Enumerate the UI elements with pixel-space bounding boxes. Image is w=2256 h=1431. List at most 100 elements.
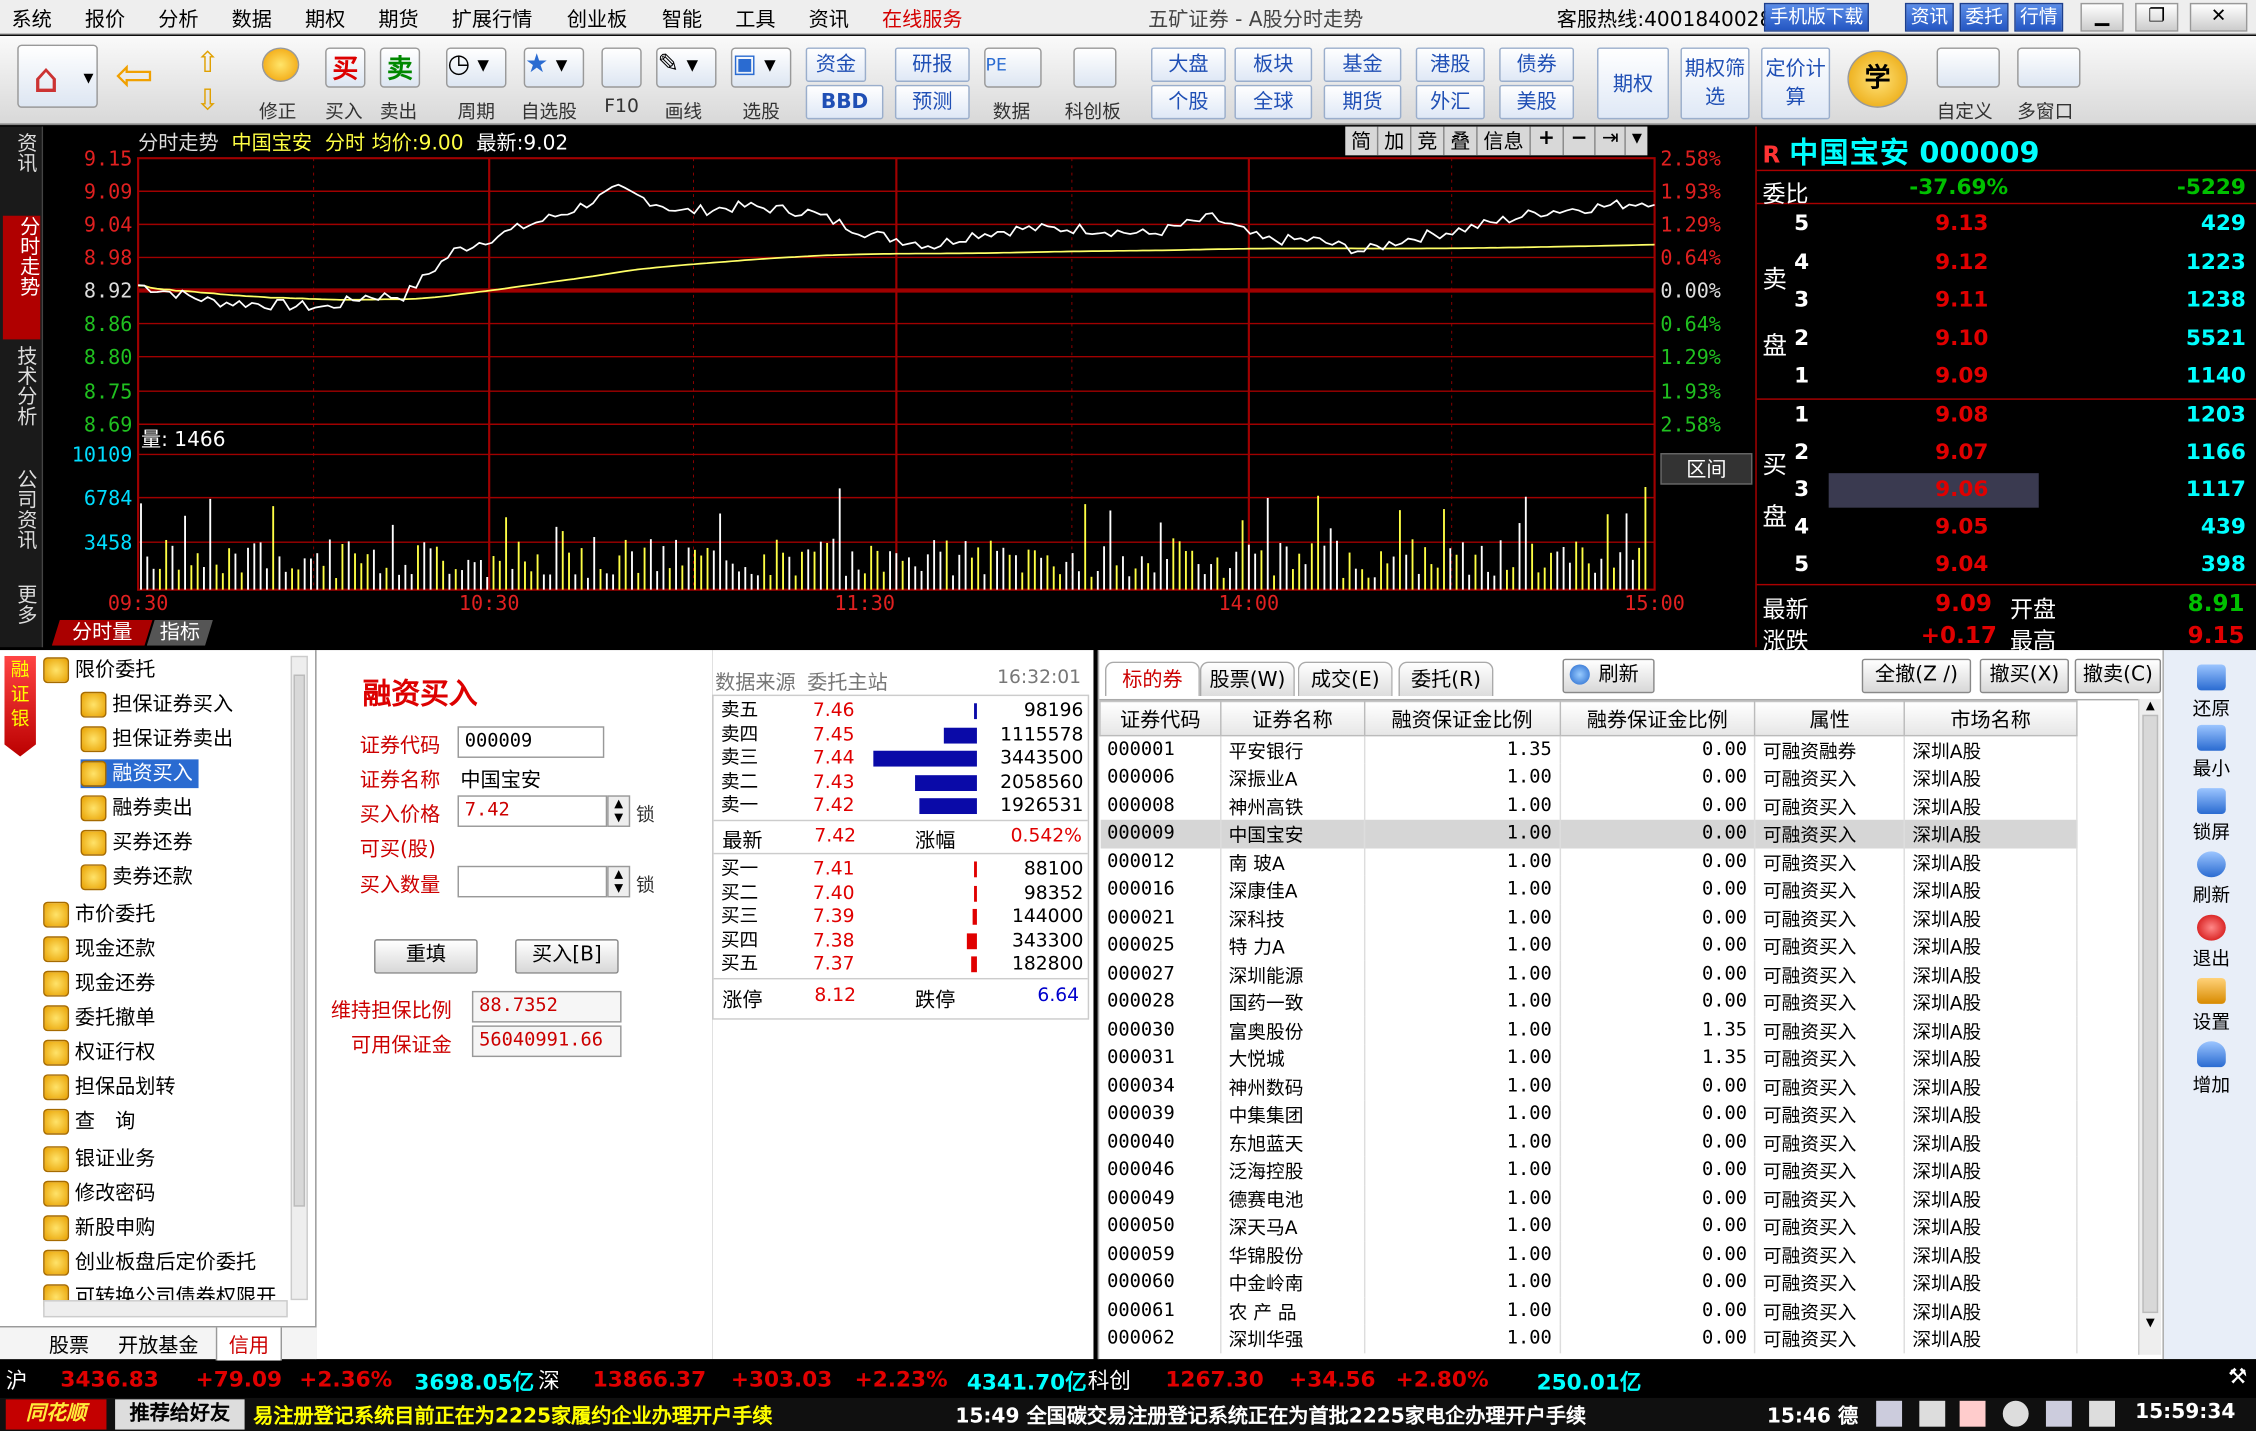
sell-level-row[interactable]: 2 9.10 5521 — [1794, 321, 2254, 356]
sell-icon[interactable]: 卖 — [379, 47, 421, 88]
bbd-button[interactable]: BBD — [805, 84, 884, 120]
mail-icon[interactable] — [2045, 1400, 2072, 1427]
multi-window-icon[interactable] — [2017, 47, 2081, 88]
watchlist-icon[interactable]: ★ ▾ — [523, 47, 585, 88]
column-header[interactable]: 融资保证金比例 — [1363, 700, 1561, 737]
sell-level-row[interactable]: 3 9.11 1238 — [1794, 283, 2254, 318]
f10-label[interactable]: F10 — [604, 96, 639, 118]
quantity-input[interactable] — [457, 865, 608, 898]
futures-button[interactable]: 期货 — [1323, 84, 1402, 120]
table-row[interactable]: 000006 深振业A 1.00 0.00 可融资买入 深圳A股 — [1099, 763, 2078, 792]
table-row[interactable]: 000040 东旭蓝天 1.00 0.00 可融资买入 深圳A股 — [1099, 1128, 2078, 1157]
column-header[interactable]: 证券名称 — [1219, 700, 1366, 737]
menu-smart[interactable]: 智能 — [662, 4, 702, 33]
column-header[interactable]: 融券保证金比例 — [1558, 700, 1756, 737]
table-row[interactable]: 000008 神州高铁 1.00 0.00 可融资买入 深圳A股 — [1099, 791, 2078, 820]
nav-item[interactable]: 限价委托 — [43, 656, 155, 685]
nav-item[interactable]: 权证行权 — [43, 1038, 155, 1067]
option-button[interactable]: 期权 — [1597, 47, 1669, 120]
minimize-side-button[interactable]: 最小 — [2175, 724, 2247, 781]
refresh-button[interactable]: 刷新 — [1562, 658, 1655, 694]
tab-open-fund[interactable]: 开放基金 — [118, 1330, 199, 1359]
settings-button[interactable]: 设置 — [2175, 977, 2247, 1034]
data-label[interactable]: 数据 — [993, 96, 1030, 124]
tab-volume[interactable]: 分时量 — [51, 619, 153, 646]
nav-item[interactable]: 市价委托 — [43, 900, 155, 929]
cancel-sell-button[interactable]: 撤卖(C) — [2074, 658, 2162, 694]
buy-level-row[interactable]: 4 9.05 439 — [1794, 511, 2254, 546]
tray-icon-2[interactable] — [1919, 1400, 1946, 1427]
table-row[interactable]: 000012 南 玻A 1.00 0.00 可融资买入 深圳A股 — [1099, 847, 2078, 876]
bid-row[interactable]: 买四 7.38 343300 — [721, 928, 1084, 952]
menu-ext-quote[interactable]: 扩展行情 — [452, 4, 533, 33]
ask-row[interactable]: 卖四 7.45 1115578 — [721, 723, 1084, 747]
sell-level-row[interactable]: 1 9.09 1140 — [1794, 360, 2254, 395]
wrench-icon[interactable]: ⚒ — [2228, 1363, 2247, 1389]
draw-line-label[interactable]: 画线 — [665, 96, 702, 124]
table-row[interactable]: 000030 富奥股份 1.00 1.35 可融资买入 深圳A股 — [1099, 1016, 2078, 1045]
intraday-chart[interactable]: 分时走势 中国宝安 分时 均价:9.00 最新:9.02 简 加 竞 叠 信息 … — [43, 126, 1756, 648]
table-row[interactable]: 000039 中集集团 1.00 0.00 可融资买入 深圳A股 — [1099, 1100, 2078, 1129]
bond-button[interactable]: 债券 — [1499, 47, 1575, 82]
lock-screen-button[interactable]: 锁屏 — [2175, 788, 2247, 844]
correct-label[interactable]: 修正 — [259, 96, 296, 124]
nav-item[interactable]: 融券卖出 — [80, 794, 193, 823]
fund-button[interactable]: 基金 — [1323, 47, 1402, 82]
news-button[interactable]: 资讯 — [1904, 2, 1954, 32]
nav-item[interactable]: 银证业务 — [43, 1145, 155, 1174]
vtab-intraday[interactable]: 分时走势 — [2, 215, 41, 340]
news-scroll-2[interactable]: 15:49 全国碳交易注册登记系统正在为首批2225家电企办理开户手续 — [955, 1401, 1586, 1430]
nav-item[interactable]: 融资买入 — [80, 759, 199, 789]
table-row[interactable]: 000009 中国宝安 1.00 0.00 可融资买入 深圳A股 — [1099, 819, 2078, 848]
tray-icon-1[interactable] — [1876, 1400, 1903, 1427]
bid-row[interactable]: 买三 7.39 144000 — [721, 905, 1084, 929]
vtab-more[interactable]: 更多 — [6, 584, 37, 624]
price-input[interactable]: 7.42 — [457, 795, 608, 827]
cancel-buy-button[interactable]: 撤买(X) — [1979, 658, 2069, 694]
tab-indicator[interactable]: 指标 — [146, 619, 213, 646]
buy-level-row[interactable]: 5 9.04 398 — [1794, 548, 2254, 583]
exit-button[interactable]: 退出 — [2175, 914, 2247, 971]
vtab-news[interactable]: 资讯 — [6, 132, 37, 172]
nav-item[interactable]: 担保证券卖出 — [80, 725, 233, 754]
watchlist-label[interactable]: 自选股 — [521, 96, 577, 124]
cancel-all-button[interactable]: 全撤(Z /) — [1861, 658, 1972, 694]
nav-item[interactable]: 新股申购 — [43, 1214, 155, 1243]
nav-item[interactable]: 查 询 — [43, 1107, 135, 1136]
nav-item[interactable]: 卖券还款 — [80, 863, 193, 892]
close-icon[interactable]: ✕ — [2189, 2, 2248, 32]
buy-level-row[interactable]: 3 9.06 1117 — [1794, 473, 2254, 508]
table-row[interactable]: 000025 特 力A 1.00 0.00 可融资买入 深圳A股 — [1099, 931, 2078, 960]
table-row[interactable]: 000031 大悦城 1.00 1.35 可融资买入 深圳A股 — [1099, 1044, 2078, 1073]
period-icon[interactable]: ◷ ▾ — [446, 47, 507, 88]
ask-row[interactable]: 卖三 7.44 3443500 — [721, 746, 1084, 770]
minimize-icon[interactable]: ▁ — [2080, 2, 2124, 32]
table-row[interactable]: 000016 深康佳A 1.00 0.00 可融资买入 深圳A股 — [1099, 875, 2078, 904]
correct-icon[interactable] — [261, 47, 300, 82]
table-row[interactable]: 000059 华锦股份 1.00 0.00 可融资买入 深圳A股 — [1099, 1240, 2078, 1269]
bid-row[interactable]: 买一 7.41 88100 — [721, 857, 1084, 881]
vtab-technical[interactable]: 技术分析 — [6, 345, 37, 426]
calendar-icon[interactable] — [1959, 1400, 1986, 1427]
quantity-stepper[interactable]: ▲ ▼ — [607, 865, 631, 898]
nav-item[interactable]: 修改密码 — [43, 1179, 155, 1208]
column-header[interactable]: 市场名称 — [1903, 700, 2078, 737]
f10-icon[interactable] — [601, 47, 642, 88]
draw-line-icon[interactable]: ✎ ▾ — [656, 47, 717, 88]
table-row[interactable]: 000027 深圳能源 1.00 0.00 可融资买入 深圳A股 — [1099, 959, 2078, 989]
study-icon[interactable]: 学 — [1847, 50, 1908, 108]
quote-button[interactable]: 行情 — [2014, 2, 2064, 32]
nav-item[interactable]: 委托撤单 — [43, 1004, 155, 1033]
menu-futures[interactable]: 期货 — [378, 4, 418, 33]
customize-label[interactable]: 自定义 — [1937, 96, 1993, 124]
sell-level-row[interactable]: 4 9.12 1223 — [1794, 245, 2254, 280]
table-row[interactable]: 000060 中金岭南 1.00 0.00 可融资买入 深圳A股 — [1099, 1268, 2078, 1297]
reset-button[interactable]: 重填 — [374, 939, 478, 974]
tab-trades[interactable]: 成交(E) — [1297, 661, 1393, 697]
buy-submit-button[interactable]: 买入[B] — [515, 939, 619, 974]
menu-quote[interactable]: 报价 — [85, 4, 125, 33]
table-row[interactable]: 000028 国药一致 1.00 0.00 可融资买入 深圳A股 — [1099, 988, 2078, 1017]
option-filter-button[interactable]: 期权筛选 — [1680, 47, 1750, 120]
menu-news[interactable]: 资讯 — [809, 4, 849, 33]
pe-data-icon[interactable]: PE — [984, 47, 1042, 88]
